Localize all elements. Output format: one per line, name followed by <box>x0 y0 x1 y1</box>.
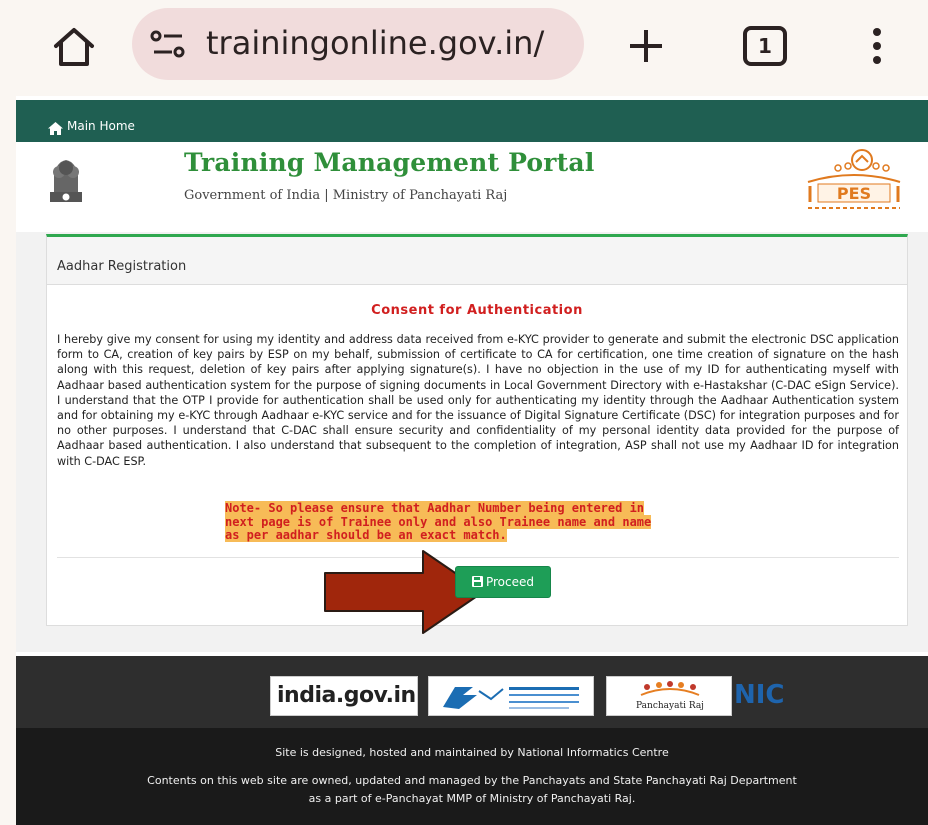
new-tab-icon[interactable] <box>624 24 668 68</box>
panchayati-raj-logo[interactable]: Panchayati Raj <box>606 676 732 716</box>
footer-ownership-line1: Contents on this web site are owned, upd… <box>147 774 797 787</box>
nic-logo[interactable]: NIC <box>734 676 904 716</box>
note-line-1: Note- So please ensure that Aadhar Numbe… <box>225 501 645 515</box>
trainee-note: Note- So please ensure that Aadhar Numbe… <box>225 501 725 543</box>
web-page: Main Home Training Management Portal Gov… <box>16 96 928 825</box>
url-text[interactable]: trainingonline.gov.in/ <box>206 24 544 62</box>
footer-ownership-line2: as a part of e-Panchayat MMP of Ministry… <box>308 792 636 805</box>
consent-text: I hereby give my consent for using my id… <box>57 333 899 468</box>
footer-credit: Site is designed, hosted and maintained … <box>275 746 669 759</box>
nic-logo-text: NIC <box>734 680 785 710</box>
portal-subtitle: Government of India | Ministry of Pancha… <box>184 188 508 203</box>
egov-logo[interactable] <box>428 676 594 716</box>
national-emblem-icon <box>42 150 90 216</box>
card-header: Aadhar Registration <box>47 237 907 285</box>
pes-logo: PES <box>798 146 910 214</box>
panchayati-raj-label: Panchayati Raj <box>636 701 704 711</box>
site-footer: Site is designed, hosted and maintained … <box>16 728 928 825</box>
tab-switcher-button[interactable]: 1 <box>743 26 787 66</box>
browser-toolbar: trainingonline.gov.in/ 1 <box>0 0 928 96</box>
save-icon <box>471 568 483 587</box>
address-bar[interactable]: trainingonline.gov.in/ <box>132 8 584 80</box>
india-gov-logo-text: india.gov.in <box>277 683 416 708</box>
main-home-link[interactable]: Main Home <box>67 119 135 133</box>
india-gov-logo[interactable]: india.gov.in <box>270 676 418 716</box>
panchayati-raj-icon <box>640 681 700 696</box>
site-settings-icon[interactable] <box>150 30 186 58</box>
home-icon[interactable] <box>48 120 63 135</box>
note-line-3: as per aadhar should be an exact match. <box>225 528 507 542</box>
card-title: Aadhar Registration <box>57 259 187 274</box>
top-navbar: Main Home <box>16 100 928 142</box>
pes-logo-text: PES <box>837 184 871 203</box>
partner-logos-band: india.gov.in Panchayati Raj NIC <box>16 656 928 728</box>
proceed-label: Proceed <box>485 575 535 589</box>
portal-title: Training Management Portal <box>184 148 595 177</box>
egov-logo-icon <box>443 687 579 709</box>
proceed-button[interactable]: Proceed <box>455 566 551 598</box>
note-line-2: next page is of Trainee only and also Tr… <box>225 514 652 529</box>
consent-heading: Consent for Authentication <box>371 303 583 318</box>
browser-menu-icon[interactable] <box>862 26 892 66</box>
aadhar-registration-card: Aadhar Registration Consent for Authenti… <box>46 234 908 634</box>
site-header: Training Management Portal Government of… <box>16 142 928 232</box>
browser-home-icon[interactable] <box>50 24 98 68</box>
